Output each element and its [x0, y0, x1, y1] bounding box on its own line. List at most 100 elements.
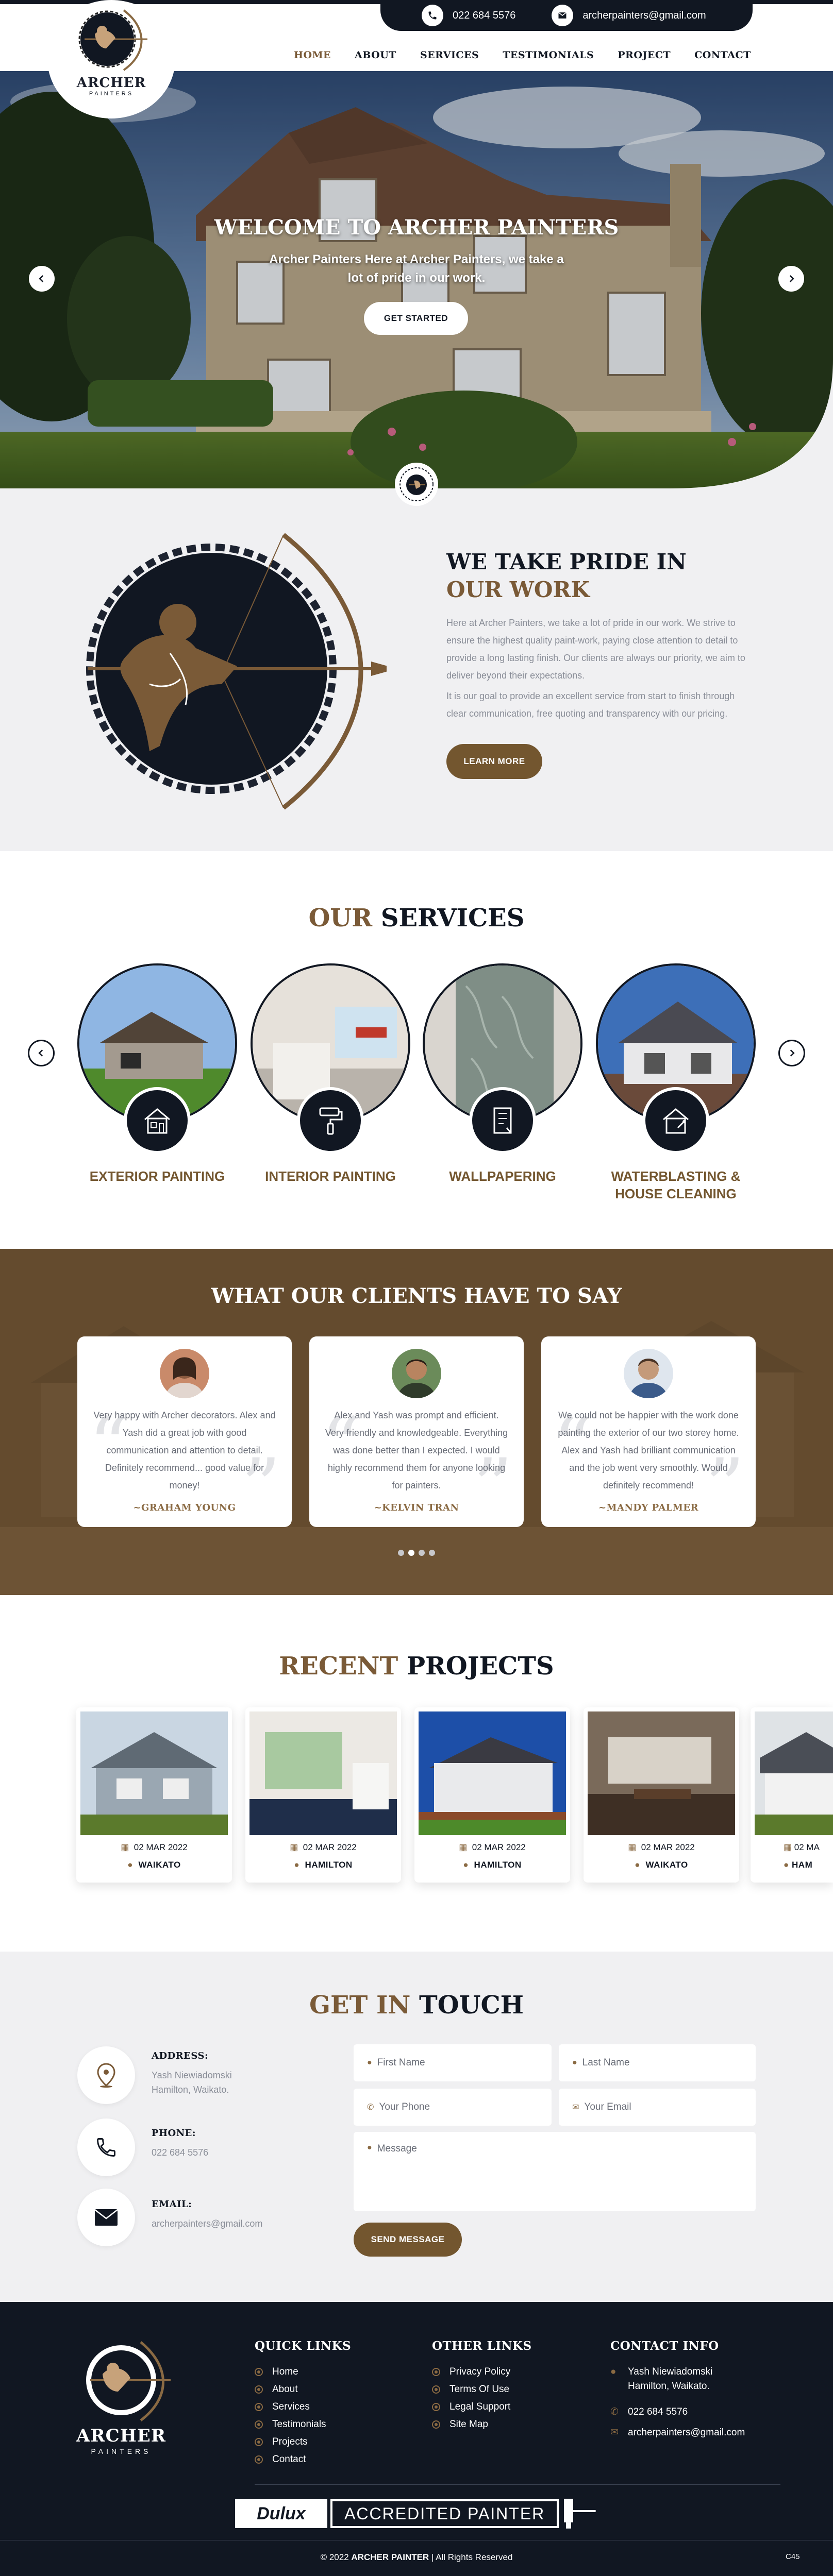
footer-link-sitemap[interactable]: Site Map [432, 2417, 488, 2432]
footer-link-contact[interactable]: Contact [255, 2452, 306, 2467]
nav-contact[interactable]: CONTACT [694, 49, 751, 61]
send-message-button[interactable]: SEND MESSAGE [354, 2223, 462, 2257]
first-name-field[interactable]: ● First Name [354, 2044, 552, 2081]
mail-icon [552, 5, 574, 26]
testimonial-author: ~MANDY PALMER [598, 1502, 699, 1513]
pagination-dot[interactable] [398, 1550, 404, 1556]
copyright-brand: ARCHER PAINTER [351, 2552, 429, 2562]
testimonial-text: We could not be happier with the work do… [558, 1410, 739, 1490]
footer-phone-text: 022 684 5576 [628, 2406, 688, 2417]
service-card-exterior[interactable]: EXTERIOR PAINTING [77, 963, 237, 1184]
project-date: ▦ 02 MA [751, 1842, 833, 1853]
footer-link-label: Privacy Policy [449, 2366, 511, 2377]
project-card[interactable]: ▦ 02 MAR 2022 ● WAIKATO [76, 1707, 232, 1883]
hero-prev-arrow[interactable] [29, 266, 55, 292]
dulux-brand: Dulux [235, 2499, 327, 2528]
dulux-accredited-text: ACCREDITED PAINTER [330, 2499, 559, 2528]
mail-icon: ✉ [610, 2427, 619, 2438]
dulux-accredited-badge: Dulux ACCREDITED PAINTER [235, 2498, 598, 2530]
hero-subtitle: Archer Painters Here at Archer Painters,… [269, 252, 564, 285]
first-name-placeholder: First Name [377, 2057, 425, 2068]
hero-slider: WELCOME TO ARCHER PAINTERS Archer Painte… [0, 71, 833, 488]
other-links-title: OTHER LINKS [432, 2339, 532, 2353]
footer-email-text: archerpainters@gmail.com [628, 2427, 745, 2438]
site-logo[interactable]: ARCHER PAINTERS [47, 0, 175, 118]
calendar-icon: ▦ [628, 1842, 637, 1852]
footer-link-privacy[interactable]: Privacy Policy [432, 2365, 510, 2379]
email-field[interactable]: ✉ Your Email [559, 2089, 756, 2126]
footer-link-home[interactable]: Home [255, 2365, 298, 2379]
last-name-field[interactable]: ● Last Name [559, 2044, 756, 2081]
footer-link-services[interactable]: Services [255, 2400, 310, 2414]
pagination-dot[interactable] [429, 1550, 435, 1556]
project-location-text: HAMILTON [474, 1860, 522, 1870]
main-nav: HOME ABOUT SERVICES TESTIMONIALS PROJECT… [294, 49, 751, 61]
circle-bullet-icon [432, 2420, 440, 2429]
project-date-text: 02 MA [794, 1842, 820, 1852]
hero-next-arrow[interactable] [778, 266, 804, 292]
header-phone[interactable]: 022 684 5576 [422, 5, 515, 26]
services-prev-arrow[interactable] [28, 1040, 55, 1066]
footer-link-about[interactable]: About [255, 2382, 298, 2397]
services-next-arrow[interactable] [778, 1040, 805, 1066]
location-pin-icon: ● [463, 1860, 469, 1870]
footer-address-line-2: Hamilton, Waikato. [628, 2381, 710, 2392]
nav-about[interactable]: ABOUT [355, 49, 396, 61]
phone-field[interactable]: ✆ Your Phone [354, 2089, 552, 2126]
address-label: ADDRESS: [152, 2050, 209, 2061]
footer-link-testimonials[interactable]: Testimonials [255, 2417, 326, 2432]
header-phone-text: 022 684 5576 [453, 9, 516, 21]
avatar [160, 1349, 209, 1398]
nav-home[interactable]: HOME [294, 49, 331, 61]
phone-value[interactable]: 022 684 5576 [152, 2145, 208, 2160]
pagination-dot[interactable] [419, 1550, 425, 1556]
wallpaper-icon [469, 1087, 536, 1154]
contact-title-rest: TOUCH [419, 1991, 524, 2020]
contact-title-accent: GET IN [309, 1991, 411, 2020]
learn-more-button[interactable]: LEARN MORE [446, 744, 542, 779]
message-field[interactable]: ● Message [354, 2132, 756, 2211]
nav-testimonials[interactable]: TESTIMONIALS [503, 49, 594, 61]
footer-phone[interactable]: ✆ 022 684 5576 [610, 2405, 688, 2419]
phone-icon [422, 5, 443, 26]
service-card-waterblasting[interactable]: WATERBLASTING & HOUSE CLEANING [596, 963, 756, 1201]
circle-bullet-icon [255, 2385, 263, 2394]
email-placeholder: Your Email [584, 2102, 631, 2112]
house-cleaning-icon [642, 1087, 709, 1154]
phone-label: PHONE: [152, 2128, 196, 2139]
site-footer: ARCHER PAINTERS QUICK LINKS Home About S… [0, 2302, 833, 2576]
quick-links-title: QUICK LINKS [255, 2339, 352, 2353]
archer-badge-icon [399, 467, 434, 501]
archer-logo-icon [86, 2341, 171, 2421]
project-card[interactable]: ▦ 02 MAR 2022 ● WAIKATO [584, 1707, 739, 1883]
circle-bullet-icon [255, 2368, 263, 2376]
get-started-button[interactable]: GET STARTED [364, 302, 468, 335]
footer-email[interactable]: ✉ archerpainters@gmail.com [610, 2426, 745, 2440]
project-card[interactable]: ▦ 02 MAR 2022 ● HAMILTON [245, 1707, 401, 1883]
project-card[interactable]: ▦ 02 MA ● HAM [751, 1707, 833, 1883]
footer-link-projects[interactable]: Projects [255, 2435, 308, 2449]
project-date-text: 02 MAR 2022 [134, 1842, 188, 1852]
service-card-wallpapering[interactable]: WALLPAPERING [423, 963, 582, 1184]
email-value[interactable]: archerpainters@gmail.com [152, 2216, 262, 2231]
nav-project[interactable]: PROJECT [618, 49, 671, 61]
pagination-dot-active[interactable] [408, 1550, 414, 1556]
hero-title: WELCOME TO ARCHER PAINTERS [214, 215, 619, 240]
comment-icon: ● [367, 2143, 372, 2152]
project-card[interactable]: ▦ 02 MAR 2022 ● HAMILTON [414, 1707, 570, 1883]
copyright-prefix: © 2022 [320, 2552, 349, 2562]
project-image [588, 1711, 735, 1835]
user-icon: ● [572, 2058, 577, 2067]
footer-link-terms[interactable]: Terms Of Use [432, 2382, 509, 2397]
service-card-interior[interactable]: INTERIOR PAINTING [251, 963, 410, 1184]
footer-logo[interactable]: ARCHER PAINTERS [57, 2336, 186, 2455]
mail-icon: ✉ [572, 2103, 579, 2112]
services-title: OUR SERVICES [0, 904, 833, 933]
testimonial-card: “ ” Alex and Yash was prompt and efficie… [309, 1336, 524, 1527]
header-email[interactable]: archerpainters@gmail.com [552, 5, 706, 26]
nav-services[interactable]: SERVICES [420, 49, 479, 61]
footer-link-legal[interactable]: Legal Support [432, 2400, 510, 2414]
chevron-left-icon [39, 275, 44, 282]
location-pin-icon: ● [610, 2366, 617, 2377]
about-paragraph-2: It is our goal to provide an excellent s… [446, 691, 735, 719]
